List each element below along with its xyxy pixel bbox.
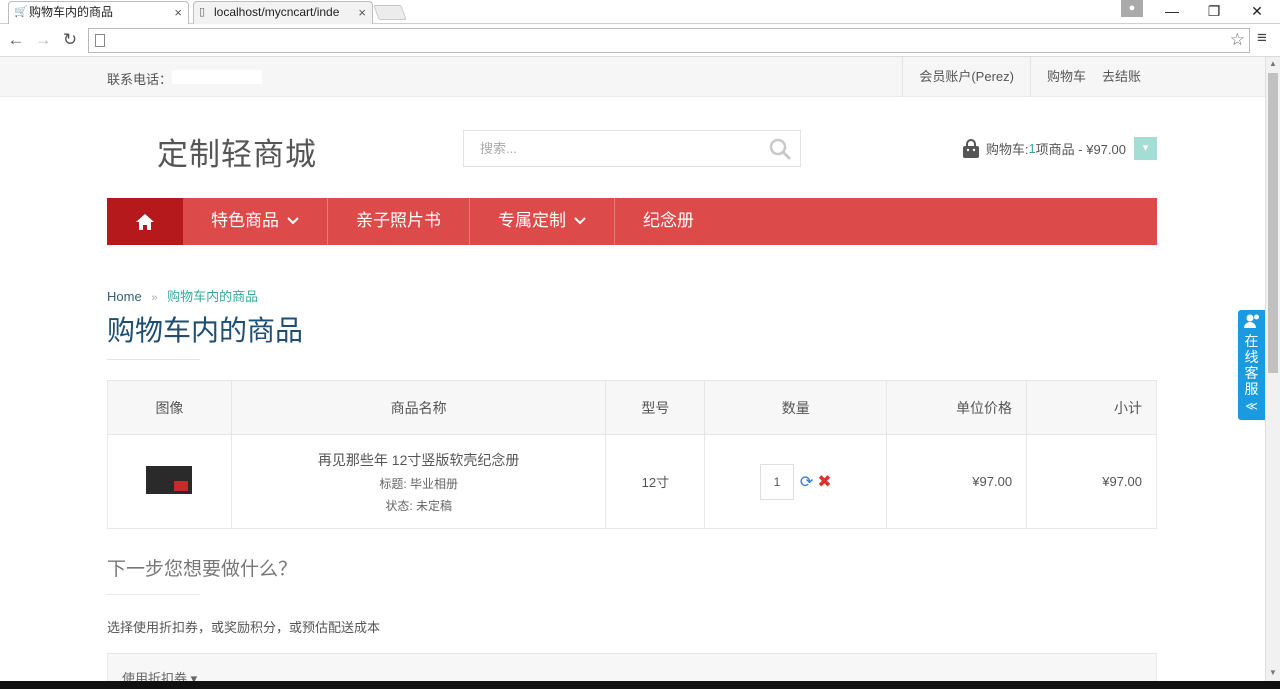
search-box (463, 130, 801, 167)
breadcrumb-home[interactable]: Home (107, 289, 142, 304)
product-option-status: 状态: 未定稿 (385, 498, 452, 513)
quantity-cell: ⟳ ✖ (704, 434, 888, 529)
nav-item-yearbook[interactable]: 纪念册 (615, 198, 722, 245)
browser-tab-strip: 🛒 购物车内的商品 × ▯ localhost/mycncart/inde × … (0, 0, 1280, 24)
row-total: ¥97.00 (1026, 434, 1157, 529)
nav-item-label: 纪念册 (643, 211, 694, 231)
minimize-button[interactable]: — (1152, 0, 1192, 24)
phone-label: 联系电话： (107, 72, 173, 87)
scroll-down-icon[interactable]: ▼ (1269, 668, 1277, 677)
nav-item-photobook[interactable]: 亲子照片书 (328, 198, 470, 245)
main-navigation: 特色商品 亲子照片书 专属定制 纪念册 (107, 198, 1157, 245)
page-title: 购物车内的商品 (107, 314, 304, 347)
web-page: 联系电话： 会员账户(Perez) 购物车 去结账 定制轻商城 购物车: 1 项… (0, 57, 1265, 681)
profile-icon[interactable]: ● (1121, 0, 1143, 17)
reload-icon[interactable]: ↻ (60, 30, 80, 50)
service-label-char: 在 (1244, 333, 1259, 349)
column-header-image: 图像 (107, 380, 232, 435)
page-icon (95, 34, 105, 47)
restore-button[interactable]: ❐ (1194, 0, 1234, 24)
service-label-char: 服 (1244, 381, 1259, 397)
product-name-cell: 再见那些年 12寸竖版软壳纪念册 标题: 毕业相册 状态: 未定稿 (230, 434, 607, 529)
new-tab-button[interactable] (373, 5, 407, 20)
browser-tab-localhost[interactable]: ▯ localhost/mycncart/inde × (193, 1, 373, 24)
column-header-unit-price: 单位价格 (886, 380, 1028, 435)
cart-link[interactable]: 购物车 (1029, 57, 1102, 97)
product-name[interactable]: 再见那些年 12寸竖版软壳纪念册 (232, 450, 606, 470)
breadcrumb-separator: » (151, 292, 158, 304)
back-icon[interactable]: ← (6, 30, 26, 50)
home-icon (136, 213, 154, 230)
account-links: 会员账户(Perez) 购物车 去结账 (902, 57, 1157, 97)
scroll-up-icon[interactable]: ▲ (1269, 59, 1277, 68)
unit-price: ¥97.00 (886, 434, 1028, 529)
tab-title: 购物车内的商品 (29, 5, 114, 19)
tab-title: localhost/mycncart/inde (214, 5, 340, 19)
chevron-down-icon (287, 198, 299, 245)
address-bar[interactable]: ☆ (88, 28, 1250, 53)
nav-item-label: 特色商品 (211, 211, 279, 231)
page-favicon-icon: ▯ (199, 6, 206, 18)
search-input[interactable] (464, 131, 754, 166)
breadcrumb-current[interactable]: 购物车内的商品 (167, 289, 258, 304)
remove-icon[interactable]: ✖ (817, 472, 831, 492)
column-header-total: 小计 (1026, 380, 1157, 435)
cart-favicon-icon: 🛒 (14, 6, 28, 18)
nav-home-button[interactable] (107, 198, 183, 245)
coupon-panel-heading[interactable]: 使用折扣券 ▾ (122, 668, 197, 681)
service-label-char: 线 (1244, 349, 1259, 365)
column-header-quantity: 数量 (704, 380, 888, 435)
browser-menu-icon[interactable]: ≡ (1257, 28, 1267, 48)
tab-close-icon[interactable]: × (358, 2, 366, 23)
bookmark-star-icon[interactable]: ☆ (1230, 30, 1245, 50)
shopping-bag-icon (962, 138, 979, 158)
next-steps-description: 选择使用折扣券，或奖励积分，或预估配送成本 (107, 620, 381, 635)
online-service-widget[interactable]: 在 线 客 服 ≪ (1238, 310, 1265, 420)
coupon-panel[interactable]: 使用折扣券 ▾ (107, 653, 1157, 681)
collapse-arrows-icon[interactable]: ≪ (1238, 399, 1265, 413)
account-link[interactable]: 会员账户(Perez) (902, 57, 1030, 97)
site-logo[interactable]: 定制轻商城 (157, 129, 317, 174)
table-row: 再见那些年 12寸竖版软壳纪念册 标题: 毕业相册 状态: 未定稿 12寸 ⟳ … (107, 434, 1157, 529)
checkout-link[interactable]: 去结账 (1102, 57, 1157, 97)
product-option-title: 标题: 毕业相册 (379, 476, 458, 491)
nav-item-label: 亲子照片书 (356, 211, 441, 231)
close-window-button[interactable]: ✕ (1237, 0, 1277, 24)
next-steps-divider (107, 594, 200, 595)
title-divider (107, 359, 200, 360)
phone-number-redacted (172, 70, 262, 84)
column-header-name: 商品名称 (230, 380, 607, 435)
top-info-bar: 联系电话： 会员账户(Perez) 购物车 去结账 (0, 57, 1265, 97)
nav-item-featured[interactable]: 特色商品 (183, 198, 328, 245)
os-taskbar (0, 681, 1280, 689)
nav-item-custom[interactable]: 专属定制 (470, 198, 615, 245)
product-image-cell (107, 434, 232, 529)
forward-icon[interactable]: → (33, 30, 53, 50)
browser-tab-cart[interactable]: 🛒 购物车内的商品 × (8, 1, 189, 24)
cart-dropdown-toggle[interactable]: ▾ (1134, 137, 1157, 160)
cart-summary-prefix: 购物车: (985, 142, 1029, 157)
quantity-input[interactable] (759, 463, 794, 500)
next-steps-title: 下一步您想要做什么？ (107, 558, 298, 580)
search-icon[interactable] (768, 137, 792, 161)
product-model: 12寸 (605, 434, 706, 529)
chevron-down-icon (574, 198, 586, 245)
refresh-icon[interactable]: ⟳ (800, 472, 813, 492)
tab-close-icon[interactable]: × (174, 2, 182, 23)
page-scrollbar[interactable]: ▲ ▼ (1265, 57, 1280, 681)
cart-summary-suffix: 项商品 - ¥97.00 (1035, 142, 1126, 157)
cart-table: 图像 商品名称 型号 数量 单位价格 小计 再见那些年 12寸竖版软壳纪念册 标… (107, 380, 1157, 529)
header-cart[interactable]: 购物车: 1 项商品 - ¥97.00 ▾ (962, 137, 1157, 160)
product-thumbnail[interactable] (146, 466, 193, 494)
service-label-char: 客 (1244, 365, 1259, 381)
nav-item-label: 专属定制 (498, 211, 566, 231)
breadcrumb: Home » 购物车内的商品 (107, 286, 258, 305)
column-header-model: 型号 (605, 380, 706, 435)
customer-service-icon (1243, 314, 1259, 328)
table-header-row: 图像 商品名称 型号 数量 单位价格 小计 (107, 380, 1157, 435)
scrollbar-thumb[interactable] (1268, 73, 1278, 373)
cart-item-count: 1 (1028, 141, 1036, 156)
browser-toolbar: ← → ↻ ☆ ≡ (0, 24, 1280, 57)
